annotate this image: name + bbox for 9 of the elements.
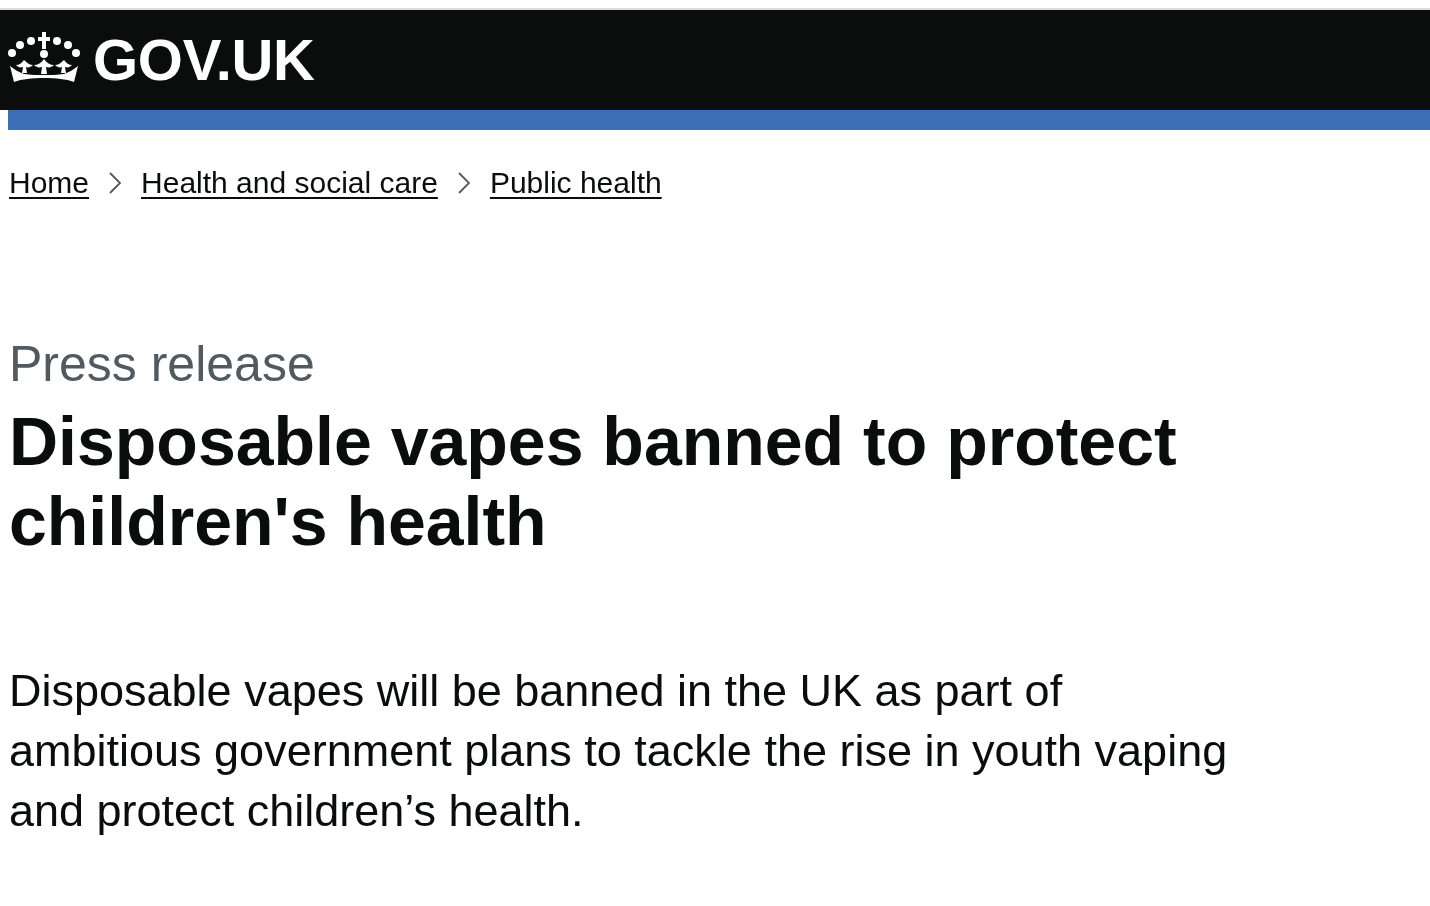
lead-paragraph: Disposable vapes will be banned in the UK as part of ambitious government plans to tackle the rise in youth vaping and protect children’s health. bbox=[9, 664, 1229, 838]
page-title: Disposable vapes banned to protect children's health bbox=[9, 402, 1178, 561]
logo-link[interactable]: GOV.UK bbox=[8, 28, 315, 92]
breadcrumb-link[interactable]: Home bbox=[9, 163, 90, 203]
chevron-icon bbox=[109, 172, 122, 194]
document-type-caption: Press release bbox=[9, 335, 315, 393]
chevron-icon bbox=[457, 172, 470, 194]
breadcrumb-link[interactable]: Health and social care bbox=[141, 163, 438, 203]
breadcrumb-link[interactable]: Public health bbox=[489, 163, 662, 203]
